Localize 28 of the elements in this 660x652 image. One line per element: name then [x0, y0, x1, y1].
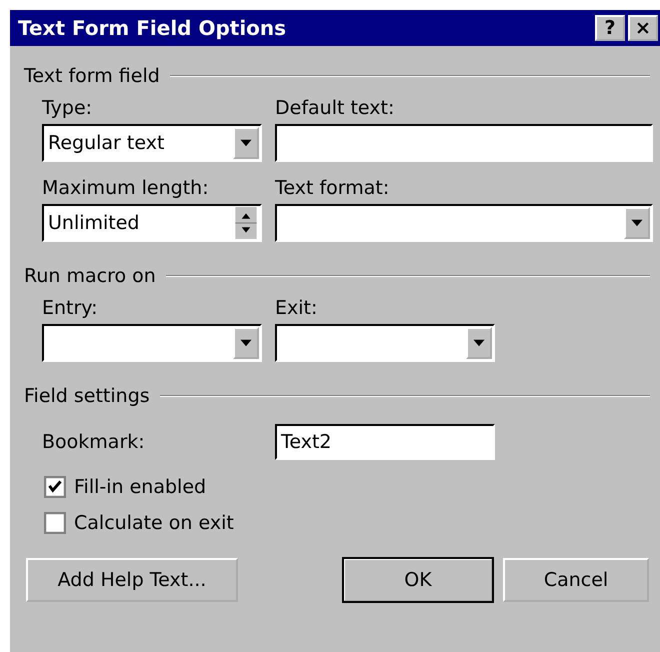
- dropdown-field[interactable]: Regular text: [42, 124, 262, 162]
- checkbox-label: Fill-in enabled: [74, 476, 206, 498]
- help-text-button[interactable]: Add Help Text...: [26, 558, 238, 602]
- window-title: Text Form Field Options: [18, 16, 286, 40]
- cancel-button[interactable]: Cancel: [503, 558, 649, 602]
- field-label: Exit:: [275, 296, 318, 320]
- dropdown-field[interactable]: [275, 204, 653, 242]
- spinner-arrows-icon[interactable]: [233, 207, 259, 239]
- field-label: Entry:: [42, 296, 99, 320]
- checkbox-label: Calculate on exit: [74, 512, 234, 534]
- spin-field[interactable]: Unlimited: [42, 204, 262, 242]
- input-field[interactable]: [275, 124, 653, 162]
- dropdown-field[interactable]: [42, 324, 262, 362]
- group-title: Run macro on: [24, 265, 156, 287]
- group-title: Field settings: [24, 385, 150, 407]
- field-label: Default text:: [275, 96, 396, 120]
- ok-button[interactable]: OK: [343, 558, 493, 602]
- dropdown-field[interactable]: [275, 324, 495, 362]
- field-label: Maximum length:: [42, 176, 210, 200]
- input-field[interactable]: Text2: [275, 424, 495, 460]
- field-label: Text format:: [275, 176, 390, 200]
- field-label: Type:: [42, 96, 94, 120]
- group-title: Text form field: [24, 65, 160, 87]
- checkbox[interactable]: [44, 512, 66, 534]
- close-button[interactable]: ×: [628, 15, 658, 41]
- field-label: Bookmark:: [42, 430, 146, 454]
- checked-checkbox[interactable]: [44, 476, 66, 498]
- help-button[interactable]: ?: [595, 15, 625, 41]
